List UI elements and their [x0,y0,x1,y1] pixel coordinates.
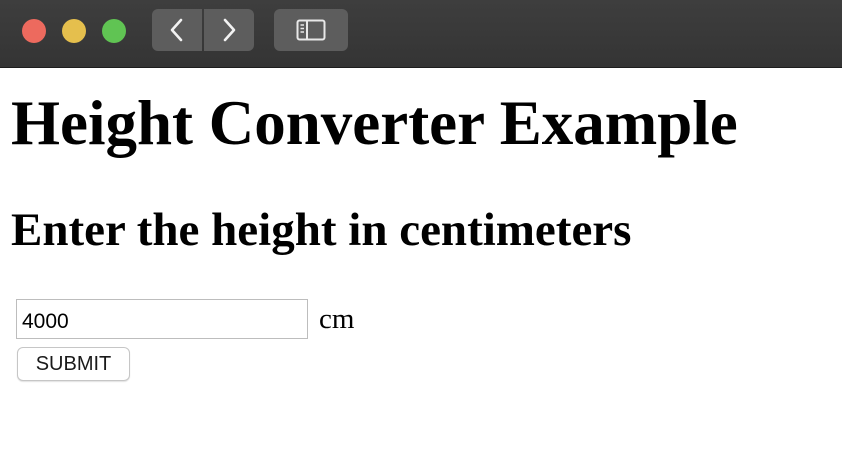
section-heading: Enter the height in centimeters [11,204,632,256]
back-button[interactable] [152,9,202,51]
chevron-right-icon [223,18,236,42]
minimize-window-button[interactable] [62,19,86,43]
submit-button[interactable]: SUBMIT [17,347,130,381]
forward-button[interactable] [204,9,254,51]
unit-label: cm [319,303,355,335]
page-title: Height Converter Example [11,88,738,158]
zoom-window-button[interactable] [102,19,126,43]
close-window-button[interactable] [22,19,46,43]
sidebar-icon [296,19,326,41]
window-titlebar [0,0,842,68]
chevron-left-icon [170,18,183,42]
sidebar-toggle-button[interactable] [274,9,348,51]
height-input[interactable] [16,299,308,339]
